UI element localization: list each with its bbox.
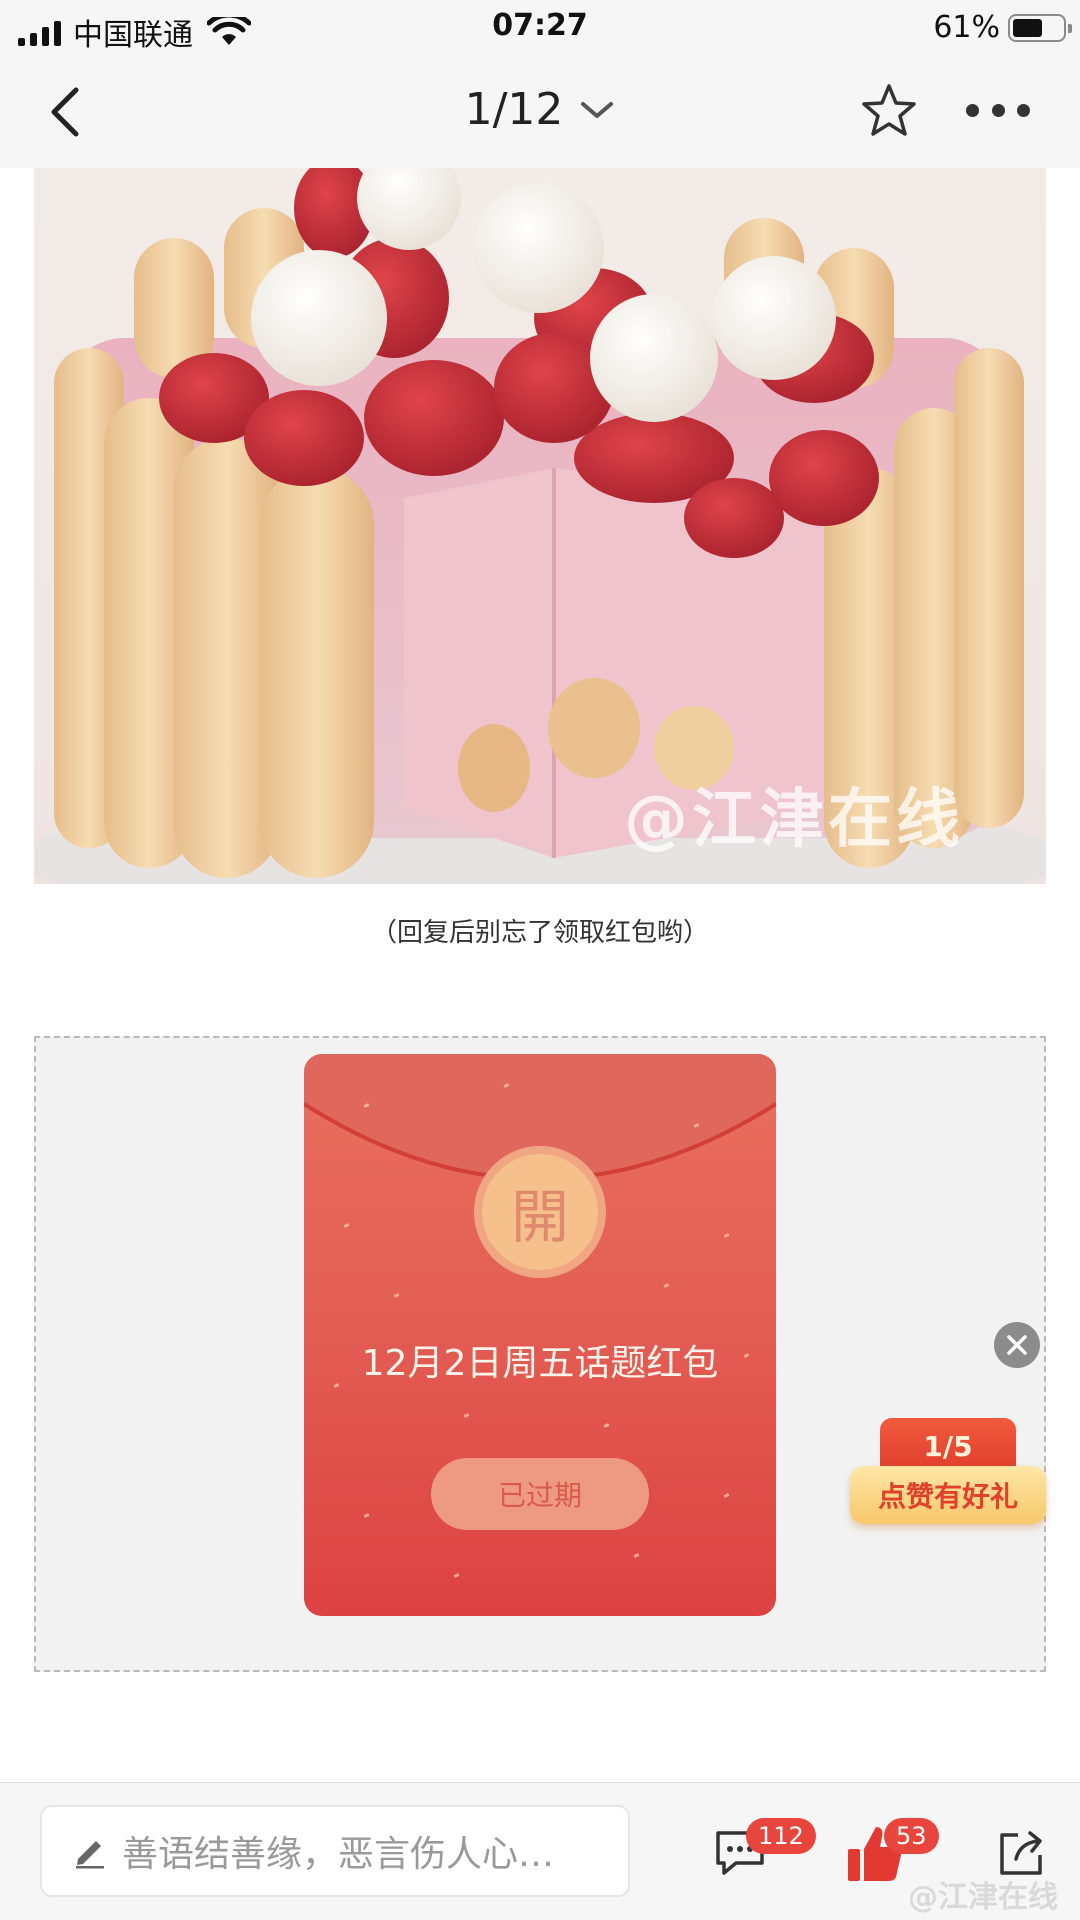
footer-watermark: @江津在线 bbox=[908, 1880, 1058, 1915]
share-icon[interactable] bbox=[996, 1827, 1046, 1877]
clock: 07:27 bbox=[492, 8, 588, 43]
like-gift-label: 点赞有好礼 bbox=[850, 1466, 1046, 1524]
battery-fill bbox=[1013, 18, 1043, 37]
like-count-badge: 53 bbox=[884, 1818, 939, 1854]
comment-placeholder: 善语结善缘，恶言伤人心… bbox=[122, 1834, 555, 1875]
post-caption: （回复后别忘了领取红包哟） bbox=[370, 918, 709, 948]
nav-bar: 1/12 bbox=[0, 56, 1080, 168]
pencil-icon bbox=[76, 1841, 104, 1869]
red-packet-card[interactable]: 開 12月2日周五话题红包 已过期 bbox=[304, 1054, 776, 1616]
star-icon[interactable] bbox=[860, 82, 918, 140]
packet-title: 12月2日周五话题红包 bbox=[361, 1343, 719, 1384]
post-image[interactable]: @江津在线 bbox=[34, 168, 1046, 884]
close-icon[interactable] bbox=[994, 1322, 1040, 1368]
status-bar: 中国联通 07:27 61% bbox=[0, 0, 1080, 56]
open-packet-button[interactable]: 開 bbox=[474, 1146, 606, 1278]
comment-input[interactable]: 善语结善缘，恶言伤人心… bbox=[40, 1805, 630, 1897]
like-gift-widget[interactable]: 1/5 点赞有好礼 bbox=[850, 1418, 1046, 1528]
more-icon[interactable] bbox=[966, 90, 1030, 130]
battery-percent: 61% bbox=[933, 10, 1000, 45]
chevron-down-icon bbox=[581, 101, 614, 118]
post-detail-page: 中国联通 07:27 61% 1/12 @江津在线 （回复后别忘了领取红包哟） … bbox=[0, 0, 1080, 1920]
status-right: 61% bbox=[933, 10, 1072, 45]
image-watermark: @江津在线 bbox=[624, 783, 964, 857]
comment-count-badge: 112 bbox=[746, 1818, 816, 1854]
page-indicator[interactable]: 1/12 bbox=[0, 84, 1080, 135]
page-indicator-label: 1/12 bbox=[464, 84, 564, 135]
expired-button[interactable]: 已过期 bbox=[431, 1458, 649, 1530]
battery-icon bbox=[1008, 13, 1072, 42]
